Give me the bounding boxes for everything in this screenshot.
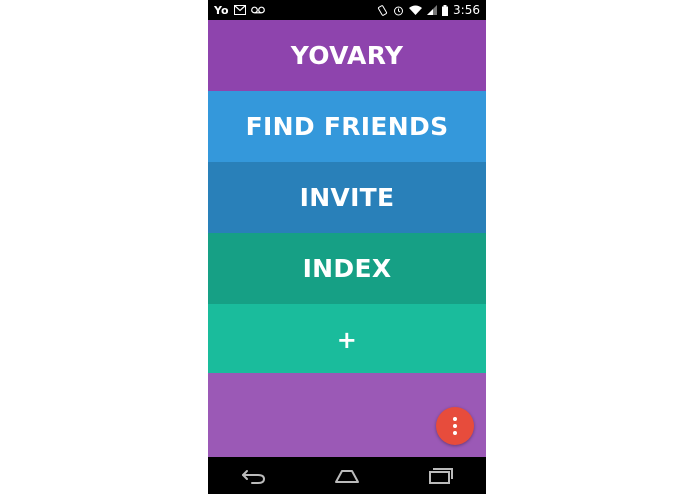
navigation-bar — [208, 457, 486, 494]
clock-time: 3:56 — [453, 3, 480, 17]
back-icon — [242, 469, 266, 484]
menu-list: YOVARY FIND FRIENDS INVITE INDEX + — [208, 20, 486, 375]
status-bar-right: 3:56 — [377, 3, 480, 17]
status-bar: Yo 3:56 — [208, 0, 486, 20]
more-vertical-icon — [453, 417, 457, 421]
status-bar-left: Yo — [214, 4, 265, 17]
carrier-label: Yo — [214, 3, 229, 17]
gmail-icon — [233, 5, 246, 15]
yovary-row[interactable]: YOVARY — [208, 20, 486, 91]
invite-row[interactable]: INVITE — [208, 162, 486, 233]
home-button[interactable] — [322, 461, 372, 491]
index-row[interactable]: INDEX — [208, 233, 486, 304]
more-vertical-icon-dot — [453, 424, 457, 428]
signal-icon — [427, 5, 438, 15]
home-icon — [334, 469, 359, 483]
add-row[interactable]: + — [208, 304, 486, 375]
battery-icon — [442, 4, 449, 16]
wifi-icon — [409, 5, 423, 15]
more-vertical-icon-dot — [453, 431, 457, 435]
overflow-menu-button[interactable] — [436, 407, 474, 445]
find-friends-row[interactable]: FIND FRIENDS — [208, 91, 486, 162]
rotate-icon — [377, 4, 388, 16]
recent-apps-icon — [428, 467, 453, 484]
recent-apps-button[interactable] — [415, 461, 465, 491]
phone-screen: Yo 3:56 YOVARY FIND FRIENDS INVITE INDEX… — [208, 0, 486, 494]
back-button[interactable] — [229, 461, 279, 491]
voicemail-icon — [250, 6, 265, 14]
alarm-icon — [393, 5, 404, 16]
